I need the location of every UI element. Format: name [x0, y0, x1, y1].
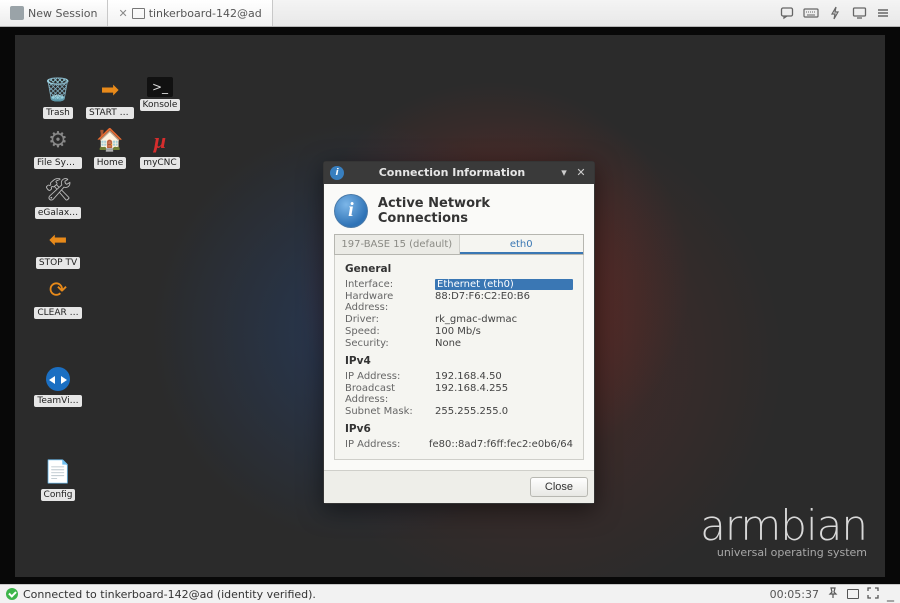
- close-button[interactable]: Close: [530, 477, 588, 497]
- desktop-icon-label: Home: [94, 157, 127, 169]
- value-hwaddr[interactable]: 88:D7:F6:C2:E0:B6: [435, 291, 573, 313]
- fullscreen-icon[interactable]: [867, 587, 879, 602]
- desktop-icon-filesys[interactable]: ⚙ File Sys…: [33, 127, 83, 169]
- value-ipv4-bcast[interactable]: 192.168.4.255: [435, 383, 573, 405]
- trash-icon: 🗑️: [41, 77, 75, 105]
- remote-desktop-viewport: 🗑️ Trash ➡ START TV >_ Konsole ⚙ File Sy…: [0, 27, 900, 584]
- desktop-icon-label: Config: [41, 489, 76, 501]
- display-icon[interactable]: [848, 3, 870, 23]
- brand-tagline: universal operating system: [700, 546, 867, 559]
- remote-session-label: tinkerboard-142@ad: [149, 7, 262, 20]
- dialog-footer: Close: [324, 470, 594, 503]
- desktop-icon-config[interactable]: 📄 Config: [33, 459, 83, 501]
- value-security[interactable]: None: [435, 338, 573, 349]
- desktop-icon-konsole[interactable]: >_ Konsole: [135, 77, 185, 111]
- desktop-icon-label: Trash: [43, 107, 73, 119]
- status-clock: 00:05:37: [770, 588, 819, 601]
- close-icon[interactable]: ✕: [574, 166, 588, 180]
- monitor-icon: [132, 8, 145, 19]
- os-brand: armbian universal operating system: [700, 501, 867, 559]
- desktop-icon-mycnc[interactable]: μ myCNC: [135, 127, 185, 169]
- value-interface[interactable]: Ethernet (eth0): [435, 279, 573, 290]
- terminal-icon: >_: [147, 77, 173, 97]
- label-hwaddr: Hardware Address:: [345, 291, 435, 313]
- chat-icon[interactable]: [776, 3, 798, 23]
- new-session-tab[interactable]: New Session: [0, 0, 108, 26]
- info-large-icon: i: [334, 194, 368, 228]
- section-ipv6: IPv6: [345, 423, 573, 435]
- monitor-icon: [10, 6, 24, 20]
- label-ipv6-ip: IP Address:: [345, 439, 429, 450]
- desktop-icon-home[interactable]: 🏠 Home: [85, 127, 135, 169]
- tools-icon: 🛠: [41, 177, 75, 205]
- arrow-right-icon: ➡: [93, 77, 127, 105]
- desktop-icon-label: CLEAR …: [34, 307, 81, 319]
- close-tab-icon[interactable]: ✕: [118, 7, 127, 20]
- value-driver[interactable]: rk_gmac-dwmac: [435, 314, 573, 325]
- value-ipv4-mask[interactable]: 255.255.255.0: [435, 406, 573, 417]
- minimize-tray-icon[interactable]: _: [887, 590, 894, 598]
- home-icon: 🏠: [93, 127, 127, 155]
- desktop-icon-teamviewer[interactable]: TeamVi…: [33, 365, 83, 407]
- minimize-icon[interactable]: ▾: [557, 166, 571, 180]
- keyboard-icon[interactable]: [800, 3, 822, 23]
- info-icon: i: [330, 166, 344, 180]
- desktop-icon-label: STOP TV: [36, 257, 80, 269]
- desktop-icon-clear[interactable]: ⟳ CLEAR …: [33, 277, 83, 319]
- dialog-titlebar[interactable]: i Connection Information ▾ ✕: [324, 162, 594, 184]
- file-icon: 📄: [41, 459, 75, 487]
- desktop-icon-label: eGalax…: [35, 207, 81, 219]
- dialog-heading: Active Network Connections: [378, 196, 584, 226]
- desktop-icon-label: myCNC: [140, 157, 179, 169]
- label-interface: Interface:: [345, 279, 435, 290]
- desktop-icon-label: File Sys…: [34, 157, 82, 169]
- refresh-icon: ⟳: [41, 277, 75, 305]
- toolbar-right: [776, 0, 900, 26]
- status-tray: 00:05:37 _: [770, 587, 894, 602]
- section-ipv4: IPv4: [345, 355, 573, 367]
- teamviewer-icon: [41, 365, 75, 393]
- desktop-icon-egalax[interactable]: 🛠 eGalax…: [33, 177, 83, 219]
- window-icon[interactable]: [847, 589, 859, 599]
- interface-details: General Interface:Ethernet (eth0) Hardwa…: [334, 255, 584, 460]
- desktop-icon-label: TeamVi…: [34, 395, 81, 407]
- label-speed: Speed:: [345, 326, 435, 337]
- status-bar: Connected to tinkerboard-142@ad (identit…: [0, 584, 900, 603]
- value-ipv4-ip[interactable]: 192.168.4.50: [435, 371, 573, 382]
- section-general: General: [345, 263, 573, 275]
- lightning-icon[interactable]: [824, 3, 846, 23]
- brand-name: armbian: [700, 501, 867, 550]
- status-ok-icon: [6, 588, 18, 600]
- label-security: Security:: [345, 338, 435, 349]
- desktop-icon-stop-tv[interactable]: ⬅ STOP TV: [33, 227, 83, 269]
- new-session-label: New Session: [28, 7, 97, 20]
- pin-icon[interactable]: [827, 587, 839, 602]
- tab-eth0[interactable]: eth0: [460, 235, 584, 254]
- dialog-title: Connection Information: [350, 166, 554, 179]
- arrow-left-icon: ⬅: [41, 227, 75, 255]
- mu-icon: μ: [143, 127, 177, 155]
- desktop-icon-trash[interactable]: 🗑️ Trash: [33, 77, 83, 119]
- desktop-icon-start-tv[interactable]: ➡ START TV: [85, 77, 135, 119]
- menu-icon[interactable]: [872, 3, 894, 23]
- interface-tabs: 197-BASE 15 (default) eth0: [334, 234, 584, 255]
- gear-icon: ⚙: [41, 127, 75, 155]
- label-ipv4-ip: IP Address:: [345, 371, 435, 382]
- label-driver: Driver:: [345, 314, 435, 325]
- value-ipv6-ip[interactable]: fe80::8ad7:f6ff:fec2:e0b6/64: [429, 439, 573, 450]
- remote-session-tab[interactable]: ✕ tinkerboard-142@ad: [108, 0, 272, 26]
- connection-info-dialog: i Connection Information ▾ ✕ i Active Ne…: [323, 161, 595, 504]
- label-ipv4-bcast: Broadcast Address:: [345, 383, 435, 405]
- remote-desktop[interactable]: 🗑️ Trash ➡ START TV >_ Konsole ⚙ File Sy…: [15, 35, 885, 577]
- value-speed[interactable]: 100 Mb/s: [435, 326, 573, 337]
- desktop-icon-label: Konsole: [140, 99, 181, 111]
- status-text: Connected to tinkerboard-142@ad (identit…: [23, 588, 316, 601]
- tab-default-iface[interactable]: 197-BASE 15 (default): [335, 235, 460, 254]
- label-ipv4-mask: Subnet Mask:: [345, 406, 435, 417]
- app-tabbar: New Session ✕ tinkerboard-142@ad: [0, 0, 900, 27]
- desktop-icon-label: START TV: [86, 107, 134, 119]
